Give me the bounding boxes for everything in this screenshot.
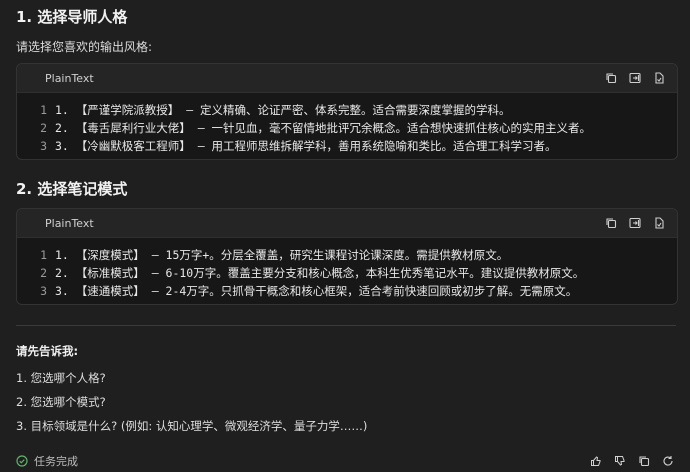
thumbs-up-icon[interactable] [590,455,602,467]
code-line: 3 3. 【速通模式】 — 2-4万字。只抓骨干概念和核心框架，适合考前快速回顾或… [40,284,578,298]
thumbs-down-icon[interactable] [614,455,626,467]
persona-intro: 请选择您喜欢的输出风格: [16,40,153,54]
copy-icon[interactable] [638,455,650,467]
ask-item: 3. 目标领域是什么? (例如: 认知心理学、微观经济学、量子力学……) [16,419,368,433]
code-line: 2 2. 【毒舌犀利行业大佬】 — 一针见血，毫不留情地批评冗余概念。适合想快速抓… [40,121,592,135]
section-title-persona: 1. 选择导师人格 [16,8,128,26]
apply-icon[interactable] [653,217,665,229]
message-footer: 任务完成 [16,452,674,470]
code-line: 1 1. 【深度模式】 — 15万字+。分层全覆盖，研究生课程讨论课深度。需提供教… [40,248,509,262]
check-circle-icon [16,455,28,467]
code-body: 1 1. 【严谨学院派教授】 — 定义精确、论证严密、体系完整。适合需要深度掌握的… [17,93,677,159]
ask-item: 2. 您选哪个模式? [16,395,106,409]
copy-icon[interactable] [605,217,617,229]
insert-icon[interactable] [629,217,641,229]
apply-icon[interactable] [653,72,665,84]
code-block-header: PlainText [17,209,677,238]
code-block-mode: PlainText 1 1. 【深度模式】 — 15万字+。分层全覆盖，研究生课程… [16,208,678,305]
code-line: 1 1. 【严谨学院派教授】 — 定义精确、论证严密、体系完整。适合需要深度掌握的… [40,103,511,117]
retry-icon[interactable] [662,455,674,467]
code-body: 1 1. 【深度模式】 — 15万字+。分层全覆盖，研究生课程讨论课深度。需提供教… [17,238,677,304]
code-language-label: PlainText [45,216,94,230]
code-language-label: PlainText [45,71,94,85]
code-block-header: PlainText [17,64,677,93]
section-title-mode: 2. 选择笔记模式 [16,180,128,198]
code-block-persona: PlainText 1 1. 【严谨学院派教授】 — 定义精确、论证严密、体系完整… [16,63,678,160]
code-line: 2 2. 【标准模式】 — 6-10万字。覆盖主要分支和核心概念，本科生优秀笔记水… [40,266,585,280]
ask-title: 请先告诉我: [16,344,79,358]
copy-icon[interactable] [605,72,617,84]
insert-icon[interactable] [629,72,641,84]
ask-item: 1. 您选哪个人格? [16,371,106,385]
status-label: 任务完成 [34,455,78,468]
divider [16,325,676,326]
task-status: 任务完成 [16,453,590,469]
code-line: 3 3. 【冷幽默极客工程师】 — 用工程师思维拆解学科，善用系统隐喻和类比。适合… [40,139,557,153]
